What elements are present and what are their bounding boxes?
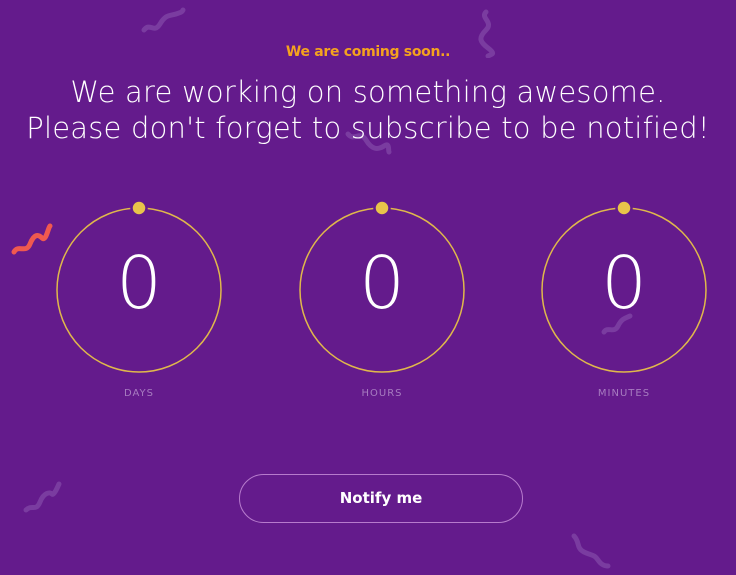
headline-line-2: Please don't forget to subscribe to be n… <box>26 111 710 145</box>
minutes-value: 0 <box>601 241 647 325</box>
countdown-minutes: 0 MINUTES <box>539 200 709 412</box>
countdown-hours: 0 HOURS <box>297 200 467 412</box>
countdown-days: 0 DAYS <box>54 200 224 412</box>
headline-line-1: We are working on something awesome. <box>70 75 666 109</box>
squiggle-decoration-icon <box>11 223 53 255</box>
minutes-label: MINUTES <box>597 388 651 399</box>
squiggle-decoration-icon <box>571 533 611 569</box>
coming-soon-page: We are coming soon.. We are working on s… <box>0 0 736 575</box>
page-headline: We are working on something awesome. Ple… <box>0 74 736 146</box>
notify-me-button[interactable]: Notify me <box>239 474 523 523</box>
squiggle-decoration-icon <box>23 481 62 513</box>
days-value: 0 <box>116 241 162 325</box>
hours-value: 0 <box>359 241 405 325</box>
days-label: DAYS <box>123 388 155 399</box>
coming-soon-subtitle: We are coming soon.. <box>285 44 451 60</box>
squiggle-decoration-icon <box>141 7 186 33</box>
hours-label: HOURS <box>361 388 403 399</box>
